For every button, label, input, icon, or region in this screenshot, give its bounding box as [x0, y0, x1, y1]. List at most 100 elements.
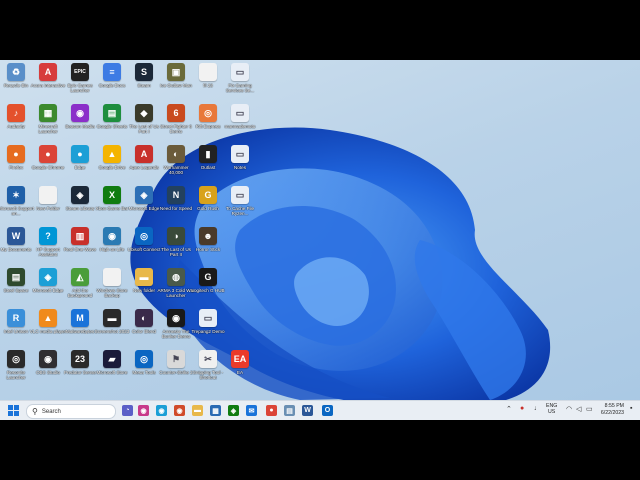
desktop-icon[interactable]: ▣ Ice Outlaw Man — [160, 61, 192, 101]
desktop-icon[interactable]: ◉ Amnesia The Bunker Demo — [160, 307, 192, 347]
desktop-icon[interactable]: ♻ Recycle Bin — [0, 61, 32, 101]
app-icon: ◆ — [135, 104, 153, 122]
app-icon — [199, 63, 217, 81]
taskbar-app-widgets[interactable]: ◉ — [138, 405, 149, 416]
taskbar-app-xbox[interactable]: ◈ — [228, 405, 239, 416]
app-icon — [103, 268, 121, 286]
app-icon: EA — [231, 350, 249, 368]
app-icon: ▰ — [103, 350, 121, 368]
desktop-icon[interactable]: ✂ Snipping Tool - Shortcut — [192, 348, 224, 388]
desktop-icon[interactable]: 6 Street Fighter 6 Demo — [160, 102, 192, 142]
tray-app-icon[interactable]: ● — [520, 405, 524, 412]
wifi-icon[interactable]: ◠ — [566, 405, 572, 413]
desktop-icon[interactable]: M Malwarebytes — [64, 307, 96, 347]
desktop-icon[interactable]: ◐ Warhammer 40,000 — [160, 143, 192, 183]
desktop-icon[interactable]: S Steam — [128, 61, 160, 101]
desktop-icon[interactable]: ? HP Support Assistant — [32, 225, 64, 265]
desktop-icon[interactable]: EPIC Epic Games Launcher — [64, 61, 96, 101]
desktop-icon[interactable]: A Apex Legends — [128, 143, 160, 183]
start-button[interactable] — [8, 405, 20, 417]
taskbar-app-chrome[interactable]: ● — [266, 405, 277, 416]
taskbar-app-file-explorer[interactable]: ▬ — [192, 405, 203, 416]
desktop-icon-label: Notes — [233, 165, 246, 170]
chevron-up-icon[interactable]: ⌃ — [506, 405, 512, 413]
desktop-icon[interactable]: W My Documents — [0, 225, 32, 265]
desktop-icon[interactable]: ☻ Horror Stick — [192, 225, 224, 265]
desktop-icon-grid: ♻ Recycle Bin A Acura Interactive EPIC Epic G… — [0, 60, 255, 400]
language-indicator[interactable]: ENG US — [546, 403, 557, 415]
desktop-icon[interactable]: ◎ Resonite Launcher — [0, 348, 32, 388]
desktop-icon[interactable]: ▭ Notes — [224, 143, 256, 183]
taskbar-app-mail[interactable]: ✉ — [246, 405, 257, 416]
taskbar-clock[interactable]: 8:55 PM 6/22/2023 — [596, 403, 624, 416]
desktop-icon[interactable]: G Gold Rush — [192, 184, 224, 224]
desktop-icon[interactable]: ▬ New folder — [128, 266, 160, 306]
app-icon: ✂ — [199, 350, 217, 368]
search-placeholder: Search — [41, 408, 61, 415]
desktop-icon[interactable]: ◍ ARMA 3 Cold War Launcher — [157, 266, 195, 306]
desktop-icon[interactable]: ▭ Fix Gaming Services Se... — [224, 61, 256, 101]
desktop-icon[interactable]: ▰ Microsoft Store — [96, 348, 128, 388]
desktop-icon[interactable]: ▭ Trepang2 Demo — [191, 307, 225, 347]
desktop-icon[interactable]: ✶ Microsoft Support an... — [0, 184, 34, 224]
desktop-icon[interactable]: ▲ VLC media player — [30, 307, 66, 347]
desktop-icon[interactable]: ● Google Chrome — [32, 143, 64, 183]
desktop-icon[interactable]: ◉ OBS Studio — [32, 348, 64, 388]
app-icon: ◉ — [167, 309, 185, 327]
desktop-icon[interactable]: New Folder — [32, 184, 64, 224]
desktop-icon[interactable]: A Acura Interactive — [31, 61, 65, 101]
taskbar-app-chat[interactable]: ◔ — [122, 405, 133, 416]
desktop-icon[interactable]: X Xbox Game Bar — [96, 184, 128, 224]
desktop-icon[interactable]: ◉ Beacon Media — [64, 102, 96, 142]
battery-icon[interactable]: ▭ — [586, 405, 593, 413]
taskbar-app-store[interactable]: ▦ — [210, 405, 221, 416]
app-icon: ● — [7, 145, 25, 163]
desktop-icon[interactable]: ▤ Steel Space — [0, 266, 32, 306]
desktop-icon[interactable]: EA EA — [224, 348, 256, 388]
desktop-icon[interactable]: ● Edge — [64, 143, 96, 183]
app-icon: A — [39, 63, 57, 81]
desktop-icon[interactable]: ▥ Real One Wave — [64, 225, 96, 265]
desktop-icon[interactable]: ▲ Google Drive — [96, 143, 128, 183]
app-icon: ▲ — [103, 145, 121, 163]
app-icon: ♻ — [7, 63, 25, 81]
desktop-icon[interactable]: ◆ The Last of Us Part I — [128, 102, 160, 142]
desktop-icon[interactable]: ≡ Google Docs — [96, 61, 128, 101]
desktop-icon[interactable]: ◑ The Last of Us Part II — [160, 225, 192, 265]
desktop-icon[interactable]: N Need for Speed — [160, 184, 192, 224]
desktop-icon[interactable]: Windows Store Backup — [96, 266, 128, 306]
volume-icon[interactable]: ◁ — [576, 405, 581, 413]
desktop-icon[interactable]: ◭ Add the Background — [64, 266, 96, 306]
desktop-icon[interactable]: ▦ Minecraft Launcher — [32, 102, 64, 142]
taskbar-app-meet[interactable]: ◉ — [174, 405, 185, 416]
desktop-icon[interactable]: ▤ Google Sheets — [96, 102, 128, 142]
desktop-icon[interactable]: ◎ Ubisoft Connect — [128, 225, 160, 265]
desktop-icon[interactable]: ▭ manmademoto — [224, 102, 256, 142]
desktop-icon[interactable]: ◎ Rift Express — [192, 102, 224, 142]
taskbar-app-edge[interactable]: ◉ — [156, 405, 167, 416]
taskbar-app-notepad[interactable]: ▤ — [284, 405, 295, 416]
desktop-icon[interactable]: ◈ Steam Library — [64, 184, 96, 224]
desktop-icon[interactable]: ♪ Audacity — [0, 102, 32, 142]
microphone-icon[interactable]: ♩ — [534, 405, 541, 412]
desktop-icon[interactable]: ◎ Mesa Tools — [128, 348, 160, 388]
desktop-icon[interactable]: R Intel Unison — [0, 307, 32, 347]
desktop-icon[interactable]: ▮ Outlast — [192, 143, 224, 183]
desktop-icon[interactable]: fil 23 — [192, 61, 224, 101]
app-icon: ● — [39, 145, 57, 163]
notification-bell-icon[interactable]: ▪ — [630, 405, 632, 412]
desktop-icon[interactable]: ⚑ Counter-Strike 2 — [159, 348, 193, 388]
desktop-icon[interactable]: ◉ High on Life — [96, 225, 128, 265]
desktop-icon[interactable]: 23 Predator Sense — [64, 348, 96, 388]
desktop-icon[interactable]: ● Firefox — [0, 143, 32, 183]
desktop-icon[interactable]: ◐ Color Blend — [128, 307, 160, 347]
desktop-icon[interactable]: ◈ Microsoft Edge — [32, 266, 64, 306]
desktop-icon[interactable]: ▭ To Cache File Ryzen... — [224, 184, 256, 224]
taskbar-search-box[interactable]: ⚲ Search — [26, 404, 116, 419]
desktop-icon[interactable]: ▬ Screenshot 2023 — [95, 307, 129, 347]
taskbar-app-word[interactable]: W — [302, 405, 313, 416]
desktop-icon[interactable]: ◈ Microsoft Edge — [128, 184, 160, 224]
desktop-icon-label: Fix Gaming Services Se... — [225, 83, 255, 93]
desktop-icon[interactable]: G Logitech G HUB — [191, 266, 225, 306]
taskbar-app-outlook[interactable]: O — [322, 405, 333, 416]
